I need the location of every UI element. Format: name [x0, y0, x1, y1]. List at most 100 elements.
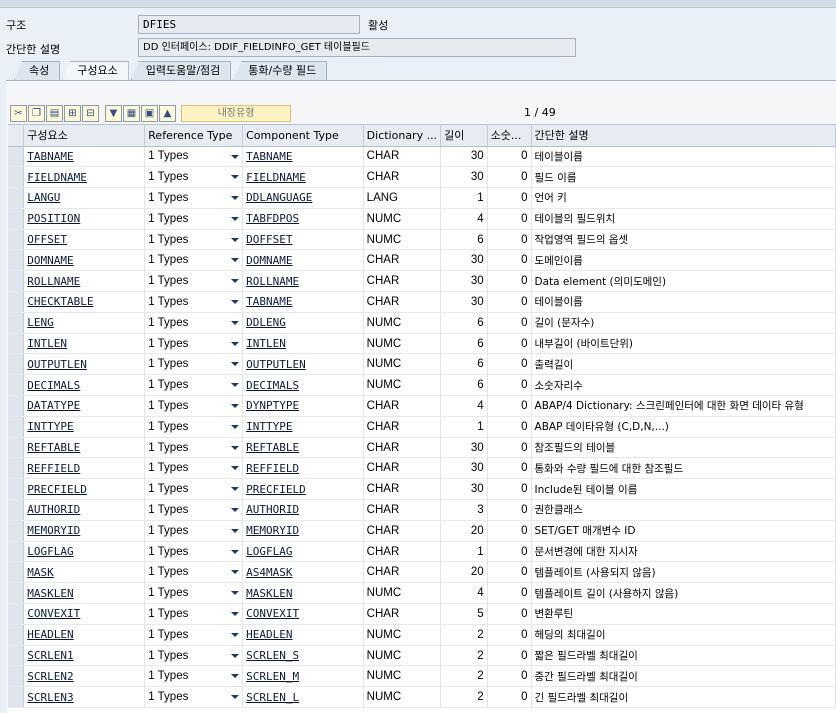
- tab-currency-quantity-fields[interactable]: 통화/수량 필드: [233, 61, 328, 80]
- reference-type-cell[interactable]: 1 Types: [144, 333, 244, 355]
- table-row[interactable]: ROLLNAME 1 Types ROLLNAME CHAR 30 0 Data eleme…: [8, 270, 836, 293]
- dropdown-arrow-icon[interactable]: [231, 320, 240, 325]
- short-description-field[interactable]: DD 인터페이스: DDIF_FIELDINFO_GET 테이블필드: [138, 38, 576, 57]
- reference-type-cell[interactable]: 1 Types: [144, 270, 244, 293]
- component-name-cell[interactable]: HEADLEN: [23, 624, 146, 646]
- dropdown-arrow-icon[interactable]: [231, 383, 240, 388]
- table-row[interactable]: REFFIELD 1 Types REFFIELD CHAR 30 0 통화와 수량 필드에…: [8, 457, 836, 480]
- reference-type-cell[interactable]: 1 Types: [144, 541, 244, 563]
- column-header[interactable]: Dictionary ...: [363, 125, 442, 147]
- component-type-cell[interactable]: FIELDNAME: [242, 166, 364, 189]
- component-name-cell[interactable]: MEMORYID: [23, 520, 146, 542]
- row-selector[interactable]: [8, 249, 25, 272]
- row-selector[interactable]: [8, 499, 25, 521]
- component-name-cell[interactable]: DOMNAME: [23, 249, 146, 272]
- dropdown-arrow-icon[interactable]: [231, 196, 240, 201]
- component-type-cell[interactable]: ROLLNAME: [242, 270, 364, 293]
- dropdown-arrow-icon[interactable]: [231, 154, 240, 159]
- reference-type-cell[interactable]: 1 Types: [144, 457, 244, 480]
- row-selector[interactable]: [8, 437, 25, 459]
- row-selector[interactable]: [8, 686, 25, 709]
- reference-type-cell[interactable]: 1 Types: [144, 437, 244, 459]
- component-name-cell[interactable]: LANGU: [23, 187, 146, 209]
- component-name-cell[interactable]: LENG: [23, 312, 146, 334]
- row-selector[interactable]: [8, 624, 25, 646]
- component-name-cell[interactable]: INTLEN: [23, 333, 146, 355]
- row-selector[interactable]: [8, 603, 25, 625]
- component-type-cell[interactable]: DOMNAME: [242, 249, 364, 272]
- table-row[interactable]: REFTABLE 1 Types REFTABLE CHAR 30 0 참조필드의 테이블: [8, 437, 836, 459]
- upload-icon[interactable]: ▲: [159, 104, 176, 122]
- table-row[interactable]: FIELDNAME 1 Types FIELDNAME CHAR 30 0 필드 이름: [8, 166, 836, 189]
- component-type-cell[interactable]: REFTABLE: [242, 437, 364, 459]
- dropdown-arrow-icon[interactable]: [231, 674, 240, 679]
- table-row[interactable]: CHECKTABLE 1 Types TABNAME CHAR 30 0 테이블이름: [8, 291, 836, 313]
- dropdown-arrow-icon[interactable]: [231, 466, 240, 471]
- dropdown-arrow-icon[interactable]: [231, 632, 240, 637]
- component-type-cell[interactable]: TABNAME: [242, 291, 364, 313]
- dropdown-arrow-icon[interactable]: [231, 175, 240, 180]
- component-name-cell[interactable]: REFFIELD: [23, 457, 146, 480]
- tab-input-help-check[interactable]: 입력도움말/점검: [130, 61, 232, 80]
- table-row[interactable]: OFFSET 1 Types DOFFSET NUMC 6 0 작업영역 필드의 옵셋: [8, 229, 836, 251]
- component-type-cell[interactable]: DOFFSET: [242, 229, 364, 251]
- dropdown-arrow-icon[interactable]: [231, 549, 240, 554]
- row-selector[interactable]: [8, 353, 25, 376]
- row-selector[interactable]: [8, 478, 25, 501]
- table-row[interactable]: DATATYPE 1 Types DYNPTYPE CHAR 4 0 ABAP/4 Dict…: [8, 395, 836, 417]
- dropdown-arrow-icon[interactable]: [231, 591, 240, 596]
- table-row[interactable]: SCRLEN1 1 Types SCRLEN_S NUMC 2 0 짧은 필드라벨 최대길이: [8, 645, 836, 667]
- structure-name-field[interactable]: DFIES: [138, 15, 360, 34]
- insert-row-icon[interactable]: ⊞: [64, 104, 81, 122]
- reference-type-cell[interactable]: 1 Types: [144, 249, 244, 272]
- reference-type-cell[interactable]: 1 Types: [144, 561, 244, 584]
- copy-icon[interactable]: ❐: [28, 104, 45, 122]
- row-selector[interactable]: [8, 187, 25, 209]
- column-header[interactable]: 소숫...: [487, 125, 532, 147]
- component-name-cell[interactable]: FIELDNAME: [23, 166, 146, 189]
- row-selector[interactable]: [8, 541, 25, 563]
- reference-type-cell[interactable]: 1 Types: [144, 187, 244, 209]
- component-type-cell[interactable]: DDLENG: [242, 312, 364, 334]
- row-selector[interactable]: [8, 229, 25, 251]
- reference-type-cell[interactable]: 1 Types: [144, 499, 244, 521]
- component-type-cell[interactable]: TABFDPOS: [242, 208, 364, 230]
- component-name-cell[interactable]: SCRLEN1: [23, 645, 146, 667]
- component-type-cell[interactable]: AS4MASK: [242, 561, 364, 584]
- component-name-cell[interactable]: OUTPUTLEN: [23, 353, 146, 376]
- component-type-cell[interactable]: SCRLEN_L: [242, 686, 364, 709]
- table-row[interactable]: OUTPUTLEN 1 Types OUTPUTLEN NUMC 6 0 출력길이: [8, 353, 836, 376]
- row-selector[interactable]: [8, 333, 25, 355]
- table-row[interactable]: LANGU 1 Types DDLANGUAGE LANG 1 0 언어 키: [8, 187, 836, 209]
- reference-type-cell[interactable]: 1 Types: [144, 312, 244, 334]
- table-row[interactable]: TABNAME 1 Types TABNAME CHAR 30 0 테이블이름: [8, 146, 836, 168]
- row-selector[interactable]: [8, 582, 25, 605]
- component-type-cell[interactable]: DECIMALS: [242, 374, 364, 397]
- reference-type-cell[interactable]: 1 Types: [144, 582, 244, 605]
- component-name-cell[interactable]: PRECFIELD: [23, 478, 146, 501]
- dropdown-arrow-icon[interactable]: [231, 258, 240, 263]
- tab-attributes[interactable]: 속성: [14, 61, 61, 80]
- component-name-cell[interactable]: INTTYPE: [23, 416, 146, 438]
- dropdown-arrow-icon[interactable]: [231, 300, 240, 305]
- reference-type-cell[interactable]: 1 Types: [144, 686, 244, 709]
- row-selector[interactable]: [8, 561, 25, 584]
- table-row[interactable]: POSITION 1 Types TABFDPOS NUMC 4 0 테이블의 필드위치: [8, 208, 836, 230]
- table-row[interactable]: DECIMALS 1 Types DECIMALS NUMC 6 0 소숫자리수: [8, 374, 836, 397]
- column-header[interactable]: 구성요소: [23, 125, 146, 147]
- dropdown-arrow-icon[interactable]: [231, 612, 240, 617]
- component-type-cell[interactable]: REFFIELD: [242, 457, 364, 480]
- dropdown-arrow-icon[interactable]: [231, 570, 240, 575]
- component-type-cell[interactable]: DYNPTYPE: [242, 395, 364, 417]
- reference-type-cell[interactable]: 1 Types: [144, 353, 244, 376]
- row-selector[interactable]: [8, 374, 25, 397]
- dropdown-arrow-icon[interactable]: [231, 362, 240, 367]
- dropdown-arrow-icon[interactable]: [231, 653, 240, 658]
- builtin-type-button[interactable]: 내장유형: [181, 104, 291, 122]
- table-row[interactable]: MASKLEN 1 Types MASKLEN NUMC 4 0 템플레이트 길이 (사용하…: [8, 582, 836, 605]
- component-name-cell[interactable]: OFFSET: [23, 229, 146, 251]
- reference-type-cell[interactable]: 1 Types: [144, 603, 244, 625]
- column-header[interactable]: Reference Type: [144, 125, 244, 147]
- table-row[interactable]: PRECFIELD 1 Types PRECFIELD CHAR 30 0 Include된…: [8, 478, 836, 501]
- table-row[interactable]: HEADLEN 1 Types HEADLEN NUMC 2 0 헤딩의 최대길이: [8, 624, 836, 646]
